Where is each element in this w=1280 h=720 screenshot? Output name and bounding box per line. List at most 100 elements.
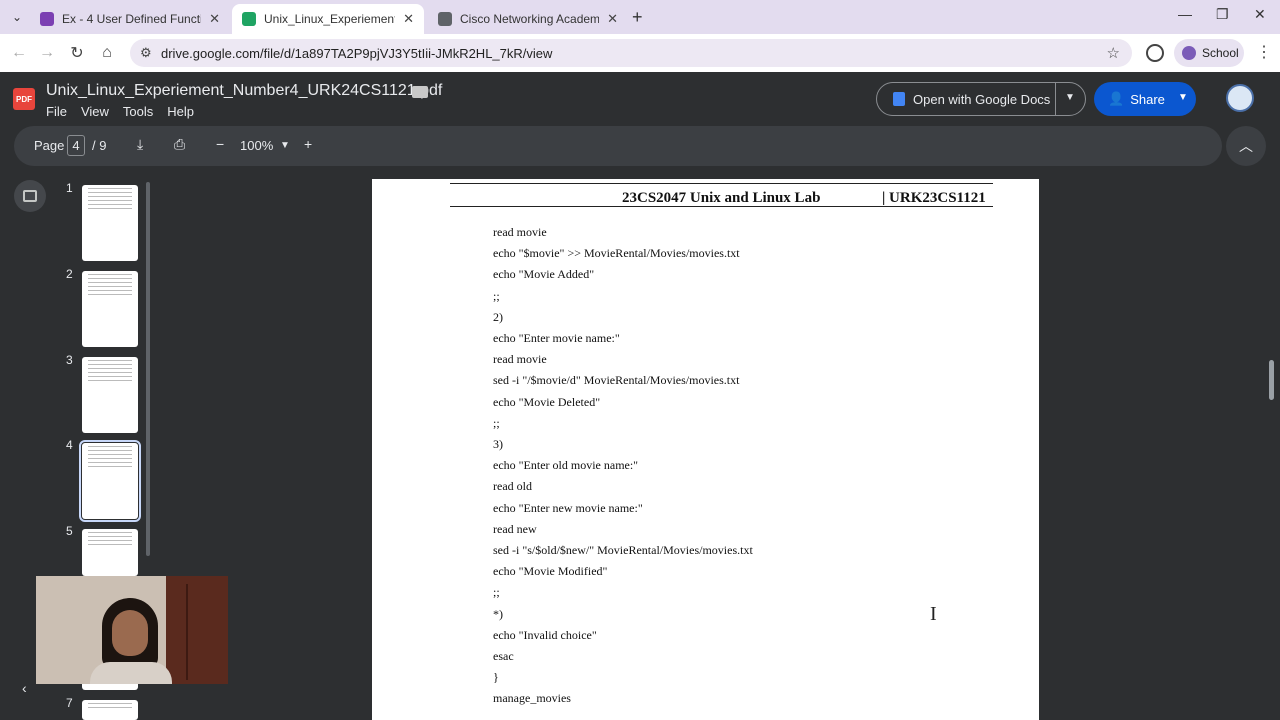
page-thumbnail[interactable] (82, 700, 138, 720)
text-cursor-icon: I (930, 603, 937, 625)
code-line: } (493, 670, 499, 685)
code-line: ;; (493, 415, 500, 430)
account-avatar[interactable] (1226, 84, 1254, 112)
extension-icon[interactable] (1146, 44, 1164, 62)
image-icon[interactable] (14, 180, 46, 212)
close-tab-icon[interactable]: ✕ (403, 11, 414, 27)
page-label: Page (34, 138, 65, 153)
page-thumbnail[interactable] (82, 357, 138, 433)
profile-avatar-icon (1182, 46, 1196, 60)
code-line: read old (493, 479, 532, 494)
site-info-icon[interactable]: ⚙ (140, 45, 152, 61)
pdf-file-icon: PDF (13, 88, 35, 110)
tab-unix-linux-pdf[interactable]: Unix_Linux_Experiement_Numb ✕ (232, 4, 424, 34)
code-line: echo "Enter movie name:" (493, 331, 620, 345)
page-thumbnail[interactable] (82, 684, 138, 690)
code-line: echo "$movie" >> MovieRental/Movies/movi… (493, 246, 740, 261)
thumbnail-number: 2 (66, 267, 73, 281)
forward-arrow-icon[interactable]: → (36, 42, 58, 64)
menu-view[interactable]: View (81, 104, 109, 119)
page-thumbnail[interactable] (82, 271, 138, 347)
page-header: 23CS2047 Unix and Linux Lab | URK23CS112… (450, 183, 993, 207)
code-line: echo "Movie Modified" (493, 564, 608, 579)
code-line: 2) (493, 309, 503, 324)
print-icon[interactable]: ⎙ (174, 136, 185, 153)
close-window-icon[interactable]: ✕ (1254, 6, 1266, 23)
menu-bar: File View Tools Help (46, 104, 194, 119)
menu-file[interactable]: File (46, 104, 67, 119)
code-line: esac (493, 649, 514, 663)
download-icon[interactable]: ⤓ (137, 136, 143, 153)
tab-strip: ⌄ Ex - 4 User Defined Functions U ✕ Unix… (0, 0, 1280, 34)
chevron-down-icon: ⌄ (11, 10, 23, 24)
course-title: 23CS2047 Unix and Linux Lab (622, 190, 821, 206)
drive-favicon-icon (242, 12, 256, 26)
address-bar[interactable]: ⚙ drive.google.com/file/d/1a897TA2P9pjVJ… (130, 39, 1132, 67)
tab-title: Unix_Linux_Experiement_Numb (264, 12, 395, 26)
url-text[interactable]: drive.google.com/file/d/1a897TA2P9pjVJ3Y… (161, 46, 552, 61)
page-total: / 9 (92, 138, 107, 153)
pdf-toolbar: Page 4 / 9 ⤓ ⎙ − 100% ▼ + (14, 126, 1222, 166)
code-line: *) (493, 606, 503, 621)
thumbnail-number: 4 (66, 438, 73, 452)
page-number-input[interactable]: 4 (67, 135, 85, 156)
thumbnail-scrollbar[interactable] (146, 182, 150, 556)
thumbnail-number: 5 (66, 524, 73, 538)
collapse-chevron-up-icon[interactable]: ︿ (1226, 126, 1266, 166)
home-icon[interactable]: ⌂ (96, 42, 118, 64)
share-dropdown-icon[interactable]: ▼ (1178, 92, 1188, 103)
open-with-google-docs-button[interactable]: Open with Google Docs ▼ (876, 82, 1086, 116)
profile-button[interactable]: School (1174, 39, 1244, 67)
zoom-dropdown-icon[interactable]: ▼ (280, 140, 290, 151)
page-scrollbar[interactable] (1269, 360, 1274, 400)
zoom-in-icon[interactable]: + (304, 136, 312, 152)
back-arrow-icon[interactable]: ← (8, 42, 30, 64)
browser-menu-icon[interactable]: ⋮ (1256, 42, 1272, 62)
file-name: Unix_Linux_Experiement_Number4_URK24CS11… (46, 82, 443, 99)
close-tab-icon[interactable]: ✕ (209, 11, 220, 27)
zoom-level[interactable]: 100% (240, 138, 273, 153)
tab-ex4[interactable]: Ex - 4 User Defined Functions U ✕ (30, 4, 230, 34)
menu-tools[interactable]: Tools (123, 104, 153, 119)
thumbnail-number: 1 (66, 181, 73, 195)
page-thumbnail-selected[interactable] (79, 440, 141, 522)
classroom-favicon-icon (40, 12, 54, 26)
bookmark-star-icon[interactable]: ☆ (1107, 44, 1120, 62)
code-line: read movie (493, 225, 547, 239)
new-tab-plus-icon[interactable]: + (632, 7, 643, 28)
viewer-header: PDF Unix_Linux_Experiement_Number4_URK24… (0, 72, 1280, 124)
code-line: read movie (493, 352, 547, 367)
code-line: ;; (493, 288, 500, 303)
open-with-label: Open with Google Docs (913, 91, 1051, 107)
tab-search-button[interactable]: ⌄ (6, 6, 28, 28)
folder-icon[interactable] (412, 86, 428, 98)
restore-icon[interactable]: ❐ (1216, 6, 1229, 23)
profile-label: School (1202, 46, 1239, 60)
code-line: 3) (493, 437, 503, 451)
page-thumbnail[interactable] (82, 529, 138, 576)
pdf-page: 23CS2047 Unix and Linux Lab | URK23CS112… (372, 179, 1039, 720)
cisco-favicon-icon (438, 12, 452, 26)
chevron-left-icon[interactable]: ‹ (22, 680, 27, 696)
person-add-icon: 👤 (1108, 91, 1125, 106)
share-button[interactable]: 👤 Share ▼ (1094, 82, 1196, 116)
google-docs-icon (893, 92, 905, 106)
close-tab-icon[interactable]: ✕ (607, 11, 618, 27)
tab-title: Ex - 4 User Defined Functions U (62, 12, 201, 26)
tab-cisco[interactable]: Cisco Networking Academy: EV ✕ (428, 4, 628, 34)
webcam-overlay (36, 576, 228, 684)
open-with-dropdown-icon[interactable]: ▼ (1065, 92, 1075, 103)
thumbnail-number: 3 (66, 353, 73, 367)
share-label: Share (1130, 91, 1165, 107)
minimize-icon[interactable]: — (1178, 6, 1192, 22)
roll-number: | URK23CS1121 (882, 190, 986, 206)
reload-icon[interactable]: ↻ (66, 42, 88, 64)
zoom-out-icon[interactable]: − (216, 136, 224, 152)
page-thumbnail[interactable] (82, 185, 138, 261)
thumbnail-number: 7 (66, 696, 73, 710)
code-line: sed -i "s/$old/$new/" MovieRental/Movies… (493, 543, 753, 557)
code-line: echo "Movie Added" (493, 267, 595, 282)
code-line: sed -i "/$movie/d" MovieRental/Movies/mo… (493, 373, 740, 388)
code-line: read new (493, 521, 537, 536)
menu-help[interactable]: Help (167, 104, 194, 119)
